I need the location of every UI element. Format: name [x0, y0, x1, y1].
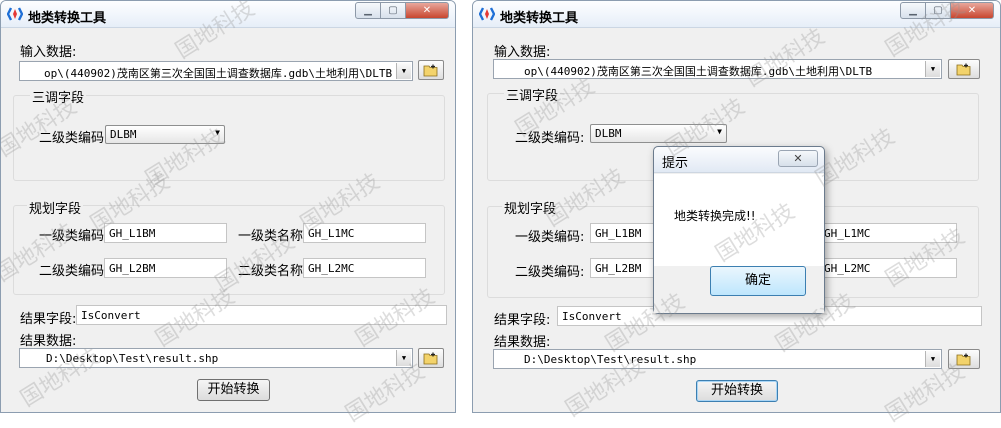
result-field-label: 结果字段: — [494, 313, 551, 328]
result-field-value: IsConvert — [562, 310, 622, 323]
browse-result-button[interactable] — [418, 348, 444, 368]
dialog-body: 地类转换完成!! — [654, 174, 824, 266]
dialog-title-bar: 提示 ✕ — [654, 147, 824, 173]
sandiao-erji-code-value: DLBM — [595, 127, 622, 140]
yiji-name-label: 一级类名称: — [238, 229, 308, 244]
yiji-code-label: 一级类编码: — [39, 229, 109, 244]
yiji-code-value: GH_L1BM — [595, 227, 642, 240]
sandiao-erji-code-select[interactable]: DLBM ▼ — [590, 124, 727, 143]
browse-input-button[interactable] — [948, 59, 980, 79]
gh-erji-code-value: GH_L2BM — [109, 262, 156, 275]
close-icon: ✕ — [793, 152, 803, 165]
result-data-value: D:\Desktop\Test\result.shp — [46, 352, 219, 365]
dialog-title: 提示 — [662, 156, 689, 171]
chevron-down-icon: ▼ — [215, 128, 220, 137]
input-data-label: 输入数据: — [20, 45, 77, 60]
maximize-button[interactable]: ▢ — [380, 2, 406, 19]
minimize-button[interactable]: ▁ — [900, 2, 926, 19]
sandiao-erji-code-label: 二级类编码: — [515, 131, 585, 146]
window-title: 地类转换工具 — [28, 11, 107, 26]
gh-erji-name-label: 二级类名称: — [238, 264, 308, 279]
yiji-name-field[interactable]: GH_L1MC — [303, 223, 426, 243]
maximize-button[interactable]: ▢ — [925, 2, 951, 19]
result-field-input[interactable]: IsConvert — [76, 305, 447, 325]
chevron-down-icon[interactable]: ▼ — [925, 351, 940, 367]
yiji-code-value: GH_L1BM — [109, 227, 156, 240]
input-data-label: 输入数据: — [494, 45, 551, 60]
dialog-message: 地类转换完成!! — [674, 209, 756, 223]
folder-open-icon — [423, 64, 438, 76]
guihua-field-group — [13, 205, 445, 295]
app-logo-icon — [7, 7, 23, 21]
yiji-name-value: GH_L1MC — [824, 227, 871, 240]
result-field-value: IsConvert — [81, 309, 141, 322]
close-button[interactable]: ✕ — [405, 2, 449, 19]
result-data-combo[interactable]: D:\Desktop\Test\result.shp ▼ — [19, 348, 413, 368]
gh-erji-code-label: 二级类编码: — [515, 265, 585, 280]
close-button[interactable]: ✕ — [950, 2, 994, 19]
result-field-label: 结果字段: — [20, 312, 77, 327]
maximize-icon: ▢ — [933, 5, 943, 16]
window-title: 地类转换工具 — [500, 11, 579, 26]
sandiao-group-title: 三调字段 — [30, 87, 87, 106]
chevron-down-icon[interactable]: ▼ — [396, 63, 411, 79]
sandiao-erji-code-label: 二级类编码: — [39, 131, 109, 146]
result-data-combo[interactable]: D:\Desktop\Test\result.shp ▼ — [493, 349, 942, 369]
start-convert-button[interactable]: 开始转换 — [197, 379, 270, 401]
chevron-down-icon: ▼ — [717, 127, 722, 136]
yiji-code-field[interactable]: GH_L1BM — [104, 223, 227, 243]
guihua-group-title: 规划字段 — [502, 198, 559, 217]
title-bar: 地类转换工具 ▁ ▢ ✕ — [1, 1, 455, 28]
message-dialog: 提示 ✕ 地类转换完成!! 确定 — [653, 146, 825, 314]
close-icon: ✕ — [422, 5, 432, 16]
minimize-button[interactable]: ▁ — [355, 2, 381, 19]
yiji-name-field[interactable]: GH_L1MC — [819, 223, 957, 243]
browse-input-button[interactable] — [418, 60, 444, 80]
sandiao-erji-code-value: DLBM — [110, 128, 137, 141]
result-data-label: 结果数据: — [20, 334, 77, 349]
yiji-name-value: GH_L1MC — [308, 227, 355, 240]
dialog-close-button[interactable]: ✕ — [778, 150, 818, 167]
sandiao-erji-code-select[interactable]: DLBM ▼ — [105, 125, 225, 144]
gh-erji-code-label: 二级类编码: — [39, 264, 109, 279]
app-logo-icon — [479, 7, 495, 21]
converter-window-before: 地类转换工具 ▁ ▢ ✕ 输入数据: op\(440902)茂南区第三次全国国土… — [0, 0, 456, 413]
input-data-combo[interactable]: op\(440902)茂南区第三次全国国土调查数据库.gdb\土地利用\DLTB… — [493, 59, 942, 79]
minimize-icon: ▁ — [909, 5, 917, 16]
folder-open-icon — [423, 352, 438, 364]
gh-erji-name-value: GH_L2MC — [824, 262, 871, 275]
input-data-value: op\(440902)茂南区第三次全国国土调查数据库.gdb\土地利用\DLTB — [524, 65, 873, 78]
yiji-code-label: 一级类编码: — [515, 230, 585, 245]
caption-buttons: ▁ ▢ ✕ — [355, 2, 449, 20]
close-icon: ✕ — [967, 5, 977, 16]
start-convert-button[interactable]: 开始转换 — [696, 380, 778, 402]
title-bar: 地类转换工具 ▁ ▢ ✕ — [473, 1, 1000, 28]
guihua-group-title: 规划字段 — [27, 198, 84, 217]
chevron-down-icon[interactable]: ▼ — [396, 350, 411, 366]
input-data-value: op\(440902)茂南区第三次全国国土调查数据库.gdb\土地利用\DLTB — [44, 67, 393, 80]
browse-result-button[interactable] — [948, 349, 980, 369]
sandiao-group-title: 三调字段 — [504, 85, 561, 104]
gh-erji-name-value: GH_L2MC — [308, 262, 355, 275]
result-data-label: 结果数据: — [494, 335, 551, 350]
gh-erji-name-field[interactable]: GH_L2MC — [303, 258, 426, 278]
chevron-down-icon[interactable]: ▼ — [925, 61, 940, 77]
folder-open-icon — [956, 63, 971, 75]
maximize-icon: ▢ — [388, 5, 398, 16]
gh-erji-code-field[interactable]: GH_L2BM — [104, 258, 227, 278]
minimize-icon: ▁ — [364, 5, 372, 16]
result-data-value: D:\Desktop\Test\result.shp — [524, 353, 697, 366]
gh-erji-name-field[interactable]: GH_L2MC — [819, 258, 957, 278]
gh-erji-code-value: GH_L2BM — [595, 262, 642, 275]
folder-open-icon — [956, 353, 971, 365]
caption-buttons: ▁ ▢ ✕ — [900, 2, 994, 20]
ok-button[interactable]: 确定 — [710, 266, 806, 296]
input-data-combo[interactable]: op\(440902)茂南区第三次全国国土调查数据库.gdb\土地利用\DLTB… — [19, 61, 413, 81]
